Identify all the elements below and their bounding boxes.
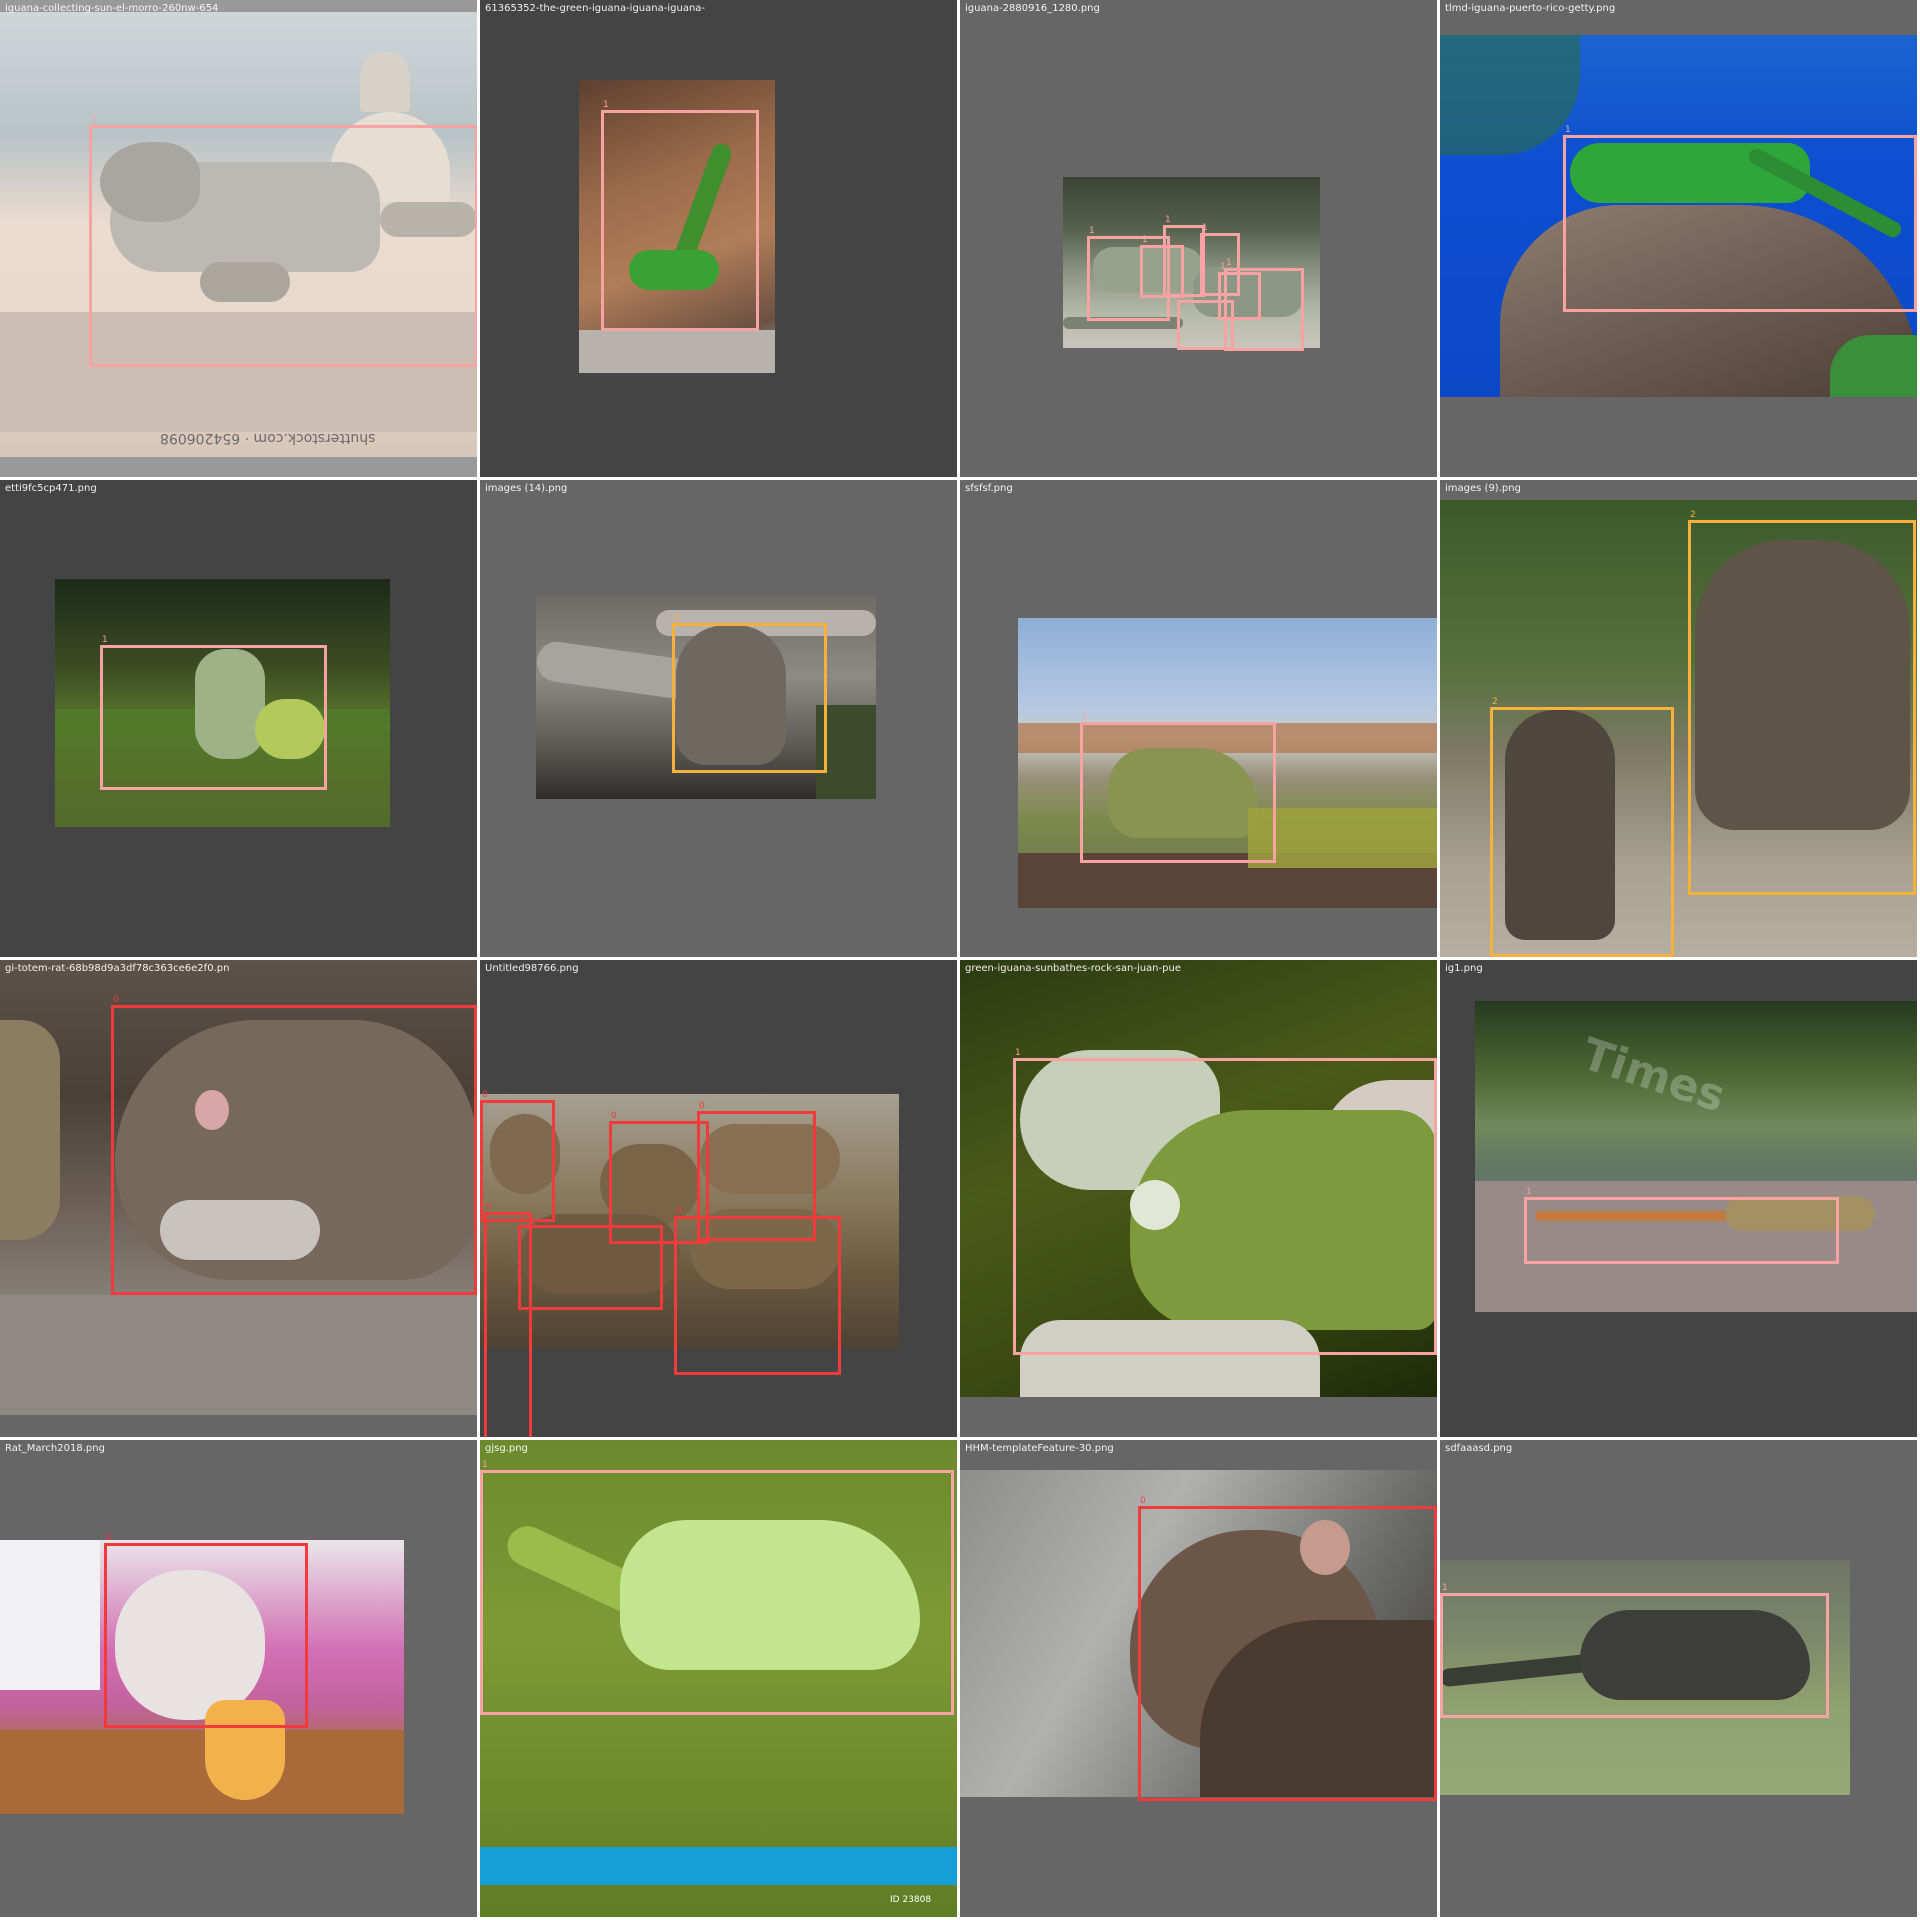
image-tile[interactable]: green-iguana-sunbathes-rock-san-juan-pue…: [960, 960, 1437, 1437]
image-tile[interactable]: sfsfsf.png 1: [960, 480, 1437, 957]
bounding-box[interactable]: 1: [1013, 1048, 1437, 1355]
bounding-box[interactable]: 1: [89, 115, 477, 367]
bounding-box[interactable]: 1: [1440, 1583, 1829, 1718]
image-tile[interactable]: etti9fc5cp471.png 1: [0, 480, 477, 957]
bbox-class-id: 0: [486, 1202, 492, 1212]
bbox-class-id: 1: [482, 1460, 488, 1470]
tile-filename: iguana-collecting-sun-el-morro-260nw-654: [5, 3, 219, 14]
image-tile[interactable]: Rat_March2018.png 0: [0, 1440, 477, 1917]
bounding-box[interactable]: 1: [100, 635, 327, 790]
tile-filename: sfsfsf.png: [965, 483, 1013, 494]
bbox-class-id: 0: [520, 1215, 526, 1225]
bbox-class-id: 1: [102, 635, 108, 645]
bbox-class-id: 0: [611, 1111, 617, 1121]
tile-filename: ig1.png: [1445, 963, 1483, 974]
image-tile[interactable]: Times ig1.png 1: [1440, 960, 1917, 1437]
bbox-class-id: 2: [1690, 510, 1696, 520]
watermark-text: ID 23808: [890, 1895, 932, 1905]
bounding-box[interactable]: 1: [1080, 712, 1276, 863]
image-tile[interactable]: 61365352-the-green-iguana-iguana-iguana-…: [480, 0, 957, 477]
tile-filename: Untitled98766.png: [485, 963, 579, 974]
bbox-class-id: 0: [676, 1206, 682, 1216]
tile-filename: gi-totem-rat-68b98d9a3df78c363ce6e2f0.pn: [5, 963, 230, 974]
image-tile[interactable]: Untitled98766.png 0 0 0 0 0 0: [480, 960, 957, 1437]
bbox-class-id: 1: [1226, 258, 1232, 268]
bounding-box[interactable]: 1: [1563, 125, 1917, 312]
bbox-class-id: 1: [1082, 712, 1088, 722]
bbox-class-id: 1: [1526, 1187, 1532, 1197]
tile-filename: sdfaaasd.png: [1445, 1443, 1513, 1454]
scene-shape: [0, 1730, 404, 1814]
bounding-box[interactable]: 2: [672, 613, 827, 773]
bbox-class-id: 0: [113, 995, 119, 1005]
tile-filename: iguana-2880916_1280.png: [965, 3, 1100, 14]
bbox-class-id: 1: [91, 115, 97, 125]
scene-shape: [579, 330, 775, 373]
bbox-class-id: 2: [1492, 697, 1498, 707]
bounding-box[interactable]: 1: [480, 1460, 954, 1715]
image-tile[interactable]: images (9).png 2 2: [1440, 480, 1917, 957]
mosaic-grid: shutterstock.com · 654206098 iguana-colle…: [0, 0, 1920, 1920]
image-tile[interactable]: images (14).png 2: [480, 480, 957, 957]
tile-filename: Rat_March2018.png: [5, 1443, 105, 1454]
image-tile[interactable]: ID 23808 gjsg.png 1: [480, 1440, 957, 1917]
image-tile[interactable]: shutterstock.com · 654206098 iguana-colle…: [0, 0, 477, 477]
bounding-box[interactable]: 1: [1224, 258, 1304, 351]
tile-filename: images (14).png: [485, 483, 568, 494]
image-tile[interactable]: iguana-2880916_1280.png 1 1 1 1 1 1 1: [960, 0, 1437, 477]
bbox-class-id: 1: [603, 100, 609, 110]
image-tile[interactable]: tlmd-iguana-puerto-rico-getty.png 1: [1440, 0, 1917, 477]
scene-shape: [0, 1295, 477, 1415]
tile-filename: images (9).png: [1445, 483, 1521, 494]
bbox-class-id: 1: [1142, 235, 1148, 245]
scene-shape: [0, 1540, 100, 1690]
tile-filename: green-iguana-sunbathes-rock-san-juan-pue: [965, 963, 1181, 974]
scene-shape: [480, 1847, 957, 1885]
bbox-class-id: 1: [1089, 226, 1095, 236]
image-tile[interactable]: sdfaaasd.png 1: [1440, 1440, 1917, 1917]
bounding-box[interactable]: 0: [1138, 1496, 1437, 1801]
bounding-box[interactable]: 0: [674, 1206, 841, 1375]
bounding-box[interactable]: 0: [104, 1533, 308, 1728]
bbox-class-id: 1: [1442, 1583, 1448, 1593]
bbox-class-id: 1: [1565, 125, 1571, 135]
bounding-box[interactable]: 1: [1524, 1187, 1839, 1264]
tile-filename: gjsg.png: [485, 1443, 528, 1454]
tile-photo: [1475, 1001, 1917, 1312]
scene-shape: [360, 52, 410, 112]
bounding-box[interactable]: 2: [1688, 510, 1916, 895]
watermark-text: shutterstock.com · 654206098: [160, 430, 376, 446]
bounding-box[interactable]: 2: [1490, 697, 1674, 957]
bbox-class-id: 0: [106, 1533, 112, 1543]
tile-filename: 61365352-the-green-iguana-iguana-iguana-: [485, 3, 706, 14]
bbox-class-id: 0: [699, 1101, 705, 1111]
tile-filename: etti9fc5cp471.png: [5, 483, 97, 494]
bounding-box[interactable]: 0: [111, 995, 477, 1295]
bbox-class-id: 1: [1179, 290, 1185, 300]
bbox-class-id: 1: [1015, 1048, 1021, 1058]
bbox-class-id: 0: [1140, 1496, 1146, 1506]
image-tile[interactable]: gi-totem-rat-68b98d9a3df78c363ce6e2f0.pn…: [0, 960, 477, 1437]
bounding-box[interactable]: 1: [1163, 215, 1205, 297]
bbox-class-id: 2: [674, 613, 680, 623]
bbox-class-id: 1: [1202, 223, 1208, 233]
image-tile[interactable]: HHM-templateFeature-30.png 0: [960, 1440, 1437, 1917]
tile-filename: tlmd-iguana-puerto-rico-getty.png: [1445, 3, 1616, 14]
bounding-box[interactable]: 1: [601, 100, 759, 331]
tile-filename: HHM-templateFeature-30.png: [965, 1443, 1114, 1454]
bbox-class-id: 1: [1165, 215, 1171, 225]
scene-shape: [1830, 335, 1917, 397]
scene-shape: [1248, 808, 1437, 868]
bbox-class-id: 0: [482, 1090, 488, 1100]
scene-shape: [0, 1020, 60, 1240]
